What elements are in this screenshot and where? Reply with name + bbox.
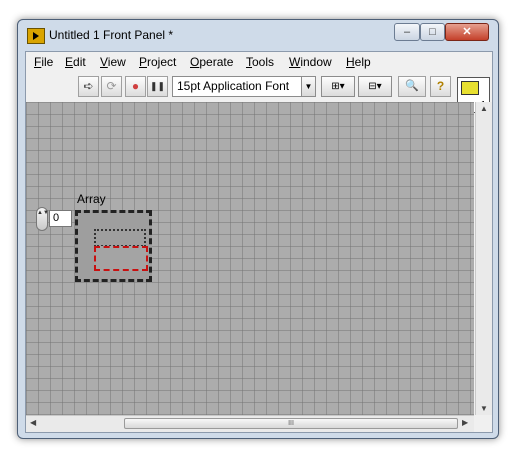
vertical-scrollbar[interactable]: ▲ ▼	[475, 102, 492, 415]
array-index-input[interactable]: 0	[49, 210, 72, 227]
menu-window[interactable]: Window	[289, 55, 332, 69]
font-select[interactable]: 15pt Application Font	[172, 76, 316, 97]
resize-corner[interactable]	[475, 415, 492, 432]
chevron-down-icon[interactable]: ▼	[301, 76, 316, 97]
array-label: Array	[77, 192, 106, 206]
menu-bar: File Edit View Project Operate Tools Win…	[26, 52, 456, 72]
array-control[interactable]	[75, 210, 152, 282]
vi-icon-graphic	[461, 81, 479, 95]
horizontal-scroll-thumb[interactable]: III	[124, 418, 458, 429]
scroll-right-icon[interactable]: ▶	[462, 418, 468, 427]
menu-file[interactable]: File	[34, 55, 53, 69]
maximize-button[interactable]: □	[420, 23, 445, 41]
horizontal-scrollbar[interactable]: ◀ III ▶	[26, 415, 474, 432]
pause-icon[interactable]: ❚❚	[147, 76, 168, 97]
menu-operate[interactable]: Operate	[190, 55, 233, 69]
run-continuously-icon[interactable]: ⟳	[101, 76, 122, 97]
menu-project[interactable]: Project	[139, 55, 176, 69]
menu-view[interactable]: View	[100, 55, 126, 69]
minimize-button[interactable]: –	[394, 23, 420, 41]
menu-tools[interactable]: Tools	[246, 55, 274, 69]
close-button[interactable]: ✕	[445, 23, 489, 41]
scroll-left-icon[interactable]: ◀	[30, 418, 36, 427]
labview-app-icon	[27, 28, 45, 44]
array-element-box[interactable]	[94, 246, 148, 271]
distribute-objects-icon[interactable]: ⊟▾	[358, 76, 392, 97]
toolbar: ➪ ⟳ ● ❚❚ 15pt Application Font ▼ ⊞▾ ⊟▾ 🔍…	[26, 74, 490, 113]
window-title: Untitled 1 Front Panel *	[49, 28, 174, 42]
title-bar[interactable]: Untitled 1 Front Panel * – □ ✕	[18, 20, 498, 50]
index-spinner[interactable]: ▲▼	[36, 207, 49, 231]
menu-help[interactable]: Help	[346, 55, 371, 69]
align-objects-icon[interactable]: ⊞▾	[321, 76, 355, 97]
scroll-up-icon[interactable]: ▲	[480, 104, 488, 113]
array-element-placeholder	[94, 229, 146, 247]
front-panel-window: Untitled 1 Front Panel * – □ ✕ File Edit…	[17, 19, 499, 439]
client-area: File Edit View Project Operate Tools Win…	[25, 51, 493, 433]
scroll-down-icon[interactable]: ▼	[480, 404, 488, 413]
search-icon[interactable]: 🔍	[398, 76, 426, 97]
front-panel-canvas[interactable]: Array ▲▼ 0	[26, 102, 474, 415]
menu-edit[interactable]: Edit	[65, 55, 86, 69]
abort-stop-icon[interactable]: ●	[125, 76, 146, 97]
run-arrow-icon[interactable]: ➪	[78, 76, 99, 97]
help-icon[interactable]: ?	[430, 76, 451, 97]
